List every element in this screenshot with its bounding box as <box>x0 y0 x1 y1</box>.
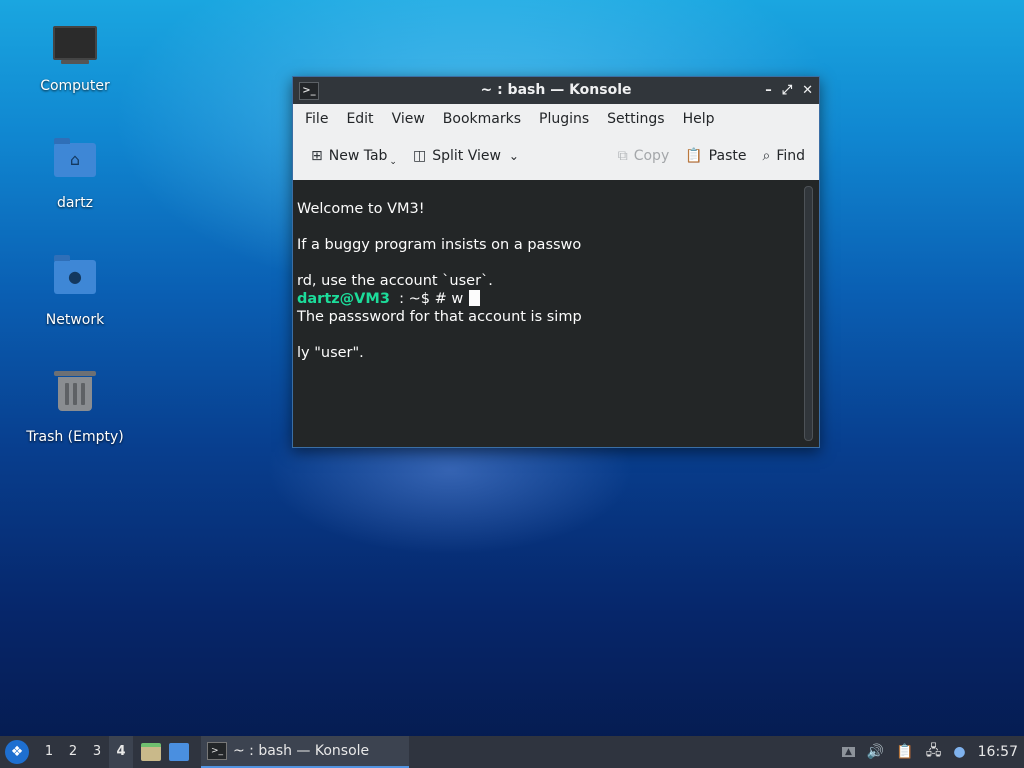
menu-settings[interactable]: Settings <box>599 111 672 127</box>
paste-label: Paste <box>708 148 747 164</box>
konsole-window: >_ ~ : bash — Konsole – ⤢ ✕ File Edit Vi… <box>292 76 820 448</box>
workspace-2[interactable]: 2 <box>61 736 85 768</box>
home-folder-icon: ⌂ <box>52 138 98 189</box>
menubar: File Edit View Bookmarks Plugins Setting… <box>293 104 819 134</box>
close-icon[interactable]: ✕ <box>802 77 813 104</box>
window-titlebar[interactable]: >_ ~ : bash — Konsole – ⤢ ✕ <box>293 77 819 104</box>
minimize-icon[interactable]: – <box>765 77 772 104</box>
prompt-command: : ~$ # w <box>389 291 464 307</box>
terminal-line: ly "user". <box>297 345 364 361</box>
clipboard-icon: 📋 <box>685 148 703 164</box>
update-notifier-icon[interactable]: ● <box>953 744 965 760</box>
terminal-area[interactable]: Welcome to VM3! If a buggy program insis… <box>293 180 819 447</box>
computer-icon <box>52 26 98 72</box>
volume-icon[interactable]: 🔊 <box>867 744 884 760</box>
terminal-app-icon[interactable]: >_ <box>299 82 319 100</box>
start-menu-icon[interactable]: ❖ <box>5 740 29 764</box>
find-button[interactable]: ⌕ Find <box>754 141 813 171</box>
task-label: ~ : bash — Konsole <box>233 743 370 759</box>
terminal-line: The passsword for that account is simp <box>297 309 582 325</box>
terminal-line: rd, use the account `user`. <box>297 273 493 289</box>
paste-button[interactable]: 📋 Paste <box>677 141 754 171</box>
search-icon: ⌕ <box>762 148 771 164</box>
menu-edit[interactable]: Edit <box>338 111 381 127</box>
new-tab-button[interactable]: ⊞ New Tab ⌄ <box>303 141 405 171</box>
text-cursor <box>469 290 481 306</box>
desktop-icon-home[interactable]: ⌂ dartz <box>20 137 130 211</box>
menu-plugins[interactable]: Plugins <box>531 111 597 127</box>
terminal-line: Welcome to VM3! <box>297 201 425 217</box>
copy-icon: ⧉ <box>617 148 628 164</box>
network-folder-icon: ● <box>52 255 98 306</box>
chevron-down-icon: ⌄ <box>389 157 397 167</box>
terminal-line: If a buggy program insists on a passwo <box>297 237 582 253</box>
find-label: Find <box>776 148 805 164</box>
split-view-button[interactable]: ◫ Split View ⌄ <box>405 141 527 171</box>
show-desktop-icon[interactable] <box>169 743 189 761</box>
desktop-icon-label: dartz <box>56 195 94 211</box>
maximize-icon[interactable]: ⤢ <box>782 77 792 104</box>
clipboard-manager-icon[interactable]: 📋 <box>896 744 913 760</box>
copy-button[interactable]: ⧉ Copy <box>610 141 678 171</box>
new-tab-label: New Tab <box>328 148 388 164</box>
workspace-switcher: 1 2 3 4 <box>37 736 133 768</box>
terminal-prompt: dartz@VM3 : ~$ # w <box>297 290 481 308</box>
prompt-user: dartz@VM3 <box>297 291 390 307</box>
tray-expand-icon[interactable]: ▲ <box>842 747 855 757</box>
toolbar: ⊞ New Tab ⌄ ◫ Split View ⌄ ⧉ Copy 📋 Past… <box>293 134 819 178</box>
workspace-1[interactable]: 1 <box>37 736 61 768</box>
desktop-icon-network[interactable]: ● Network <box>20 254 130 328</box>
window-title: ~ : bash — Konsole <box>480 82 632 98</box>
split-view-label: Split View <box>432 148 501 164</box>
trash-icon <box>52 371 98 423</box>
desktop-icon-trash[interactable]: Trash (Empty) <box>20 371 130 445</box>
split-view-icon: ◫ <box>412 148 427 164</box>
menu-help[interactable]: Help <box>675 111 723 127</box>
menu-file[interactable]: File <box>297 111 336 127</box>
file-manager-launcher-icon[interactable] <box>141 743 161 761</box>
desktop-icon-label: Network <box>45 312 105 328</box>
clock[interactable]: 16:57 <box>978 744 1018 760</box>
taskbar-task-konsole[interactable]: >_ ~ : bash — Konsole <box>201 736 410 768</box>
copy-label: Copy <box>633 148 670 164</box>
desktop-icon-label: Trash (Empty) <box>26 429 124 445</box>
system-tray: ▲ 🔊 📋 🖧 ● 16:57 <box>842 736 1024 768</box>
new-tab-icon: ⊞ <box>311 148 323 164</box>
desktop-icon-label: Computer <box>40 78 110 94</box>
network-icon[interactable]: 🖧 <box>926 740 942 764</box>
terminal-app-icon: >_ <box>207 742 227 760</box>
menu-bookmarks[interactable]: Bookmarks <box>435 111 529 127</box>
menu-view[interactable]: View <box>384 111 433 127</box>
workspace-3[interactable]: 3 <box>85 736 109 768</box>
chevron-down-icon: ⌄ <box>508 149 519 163</box>
taskbar: ❖ 1 2 3 4 >_ ~ : bash — Konsole ▲ 🔊 📋 🖧 … <box>0 736 1024 768</box>
desktop-icon-computer[interactable]: Computer <box>20 20 130 94</box>
terminal-scrollbar[interactable] <box>804 186 813 441</box>
workspace-4[interactable]: 4 <box>109 736 133 768</box>
